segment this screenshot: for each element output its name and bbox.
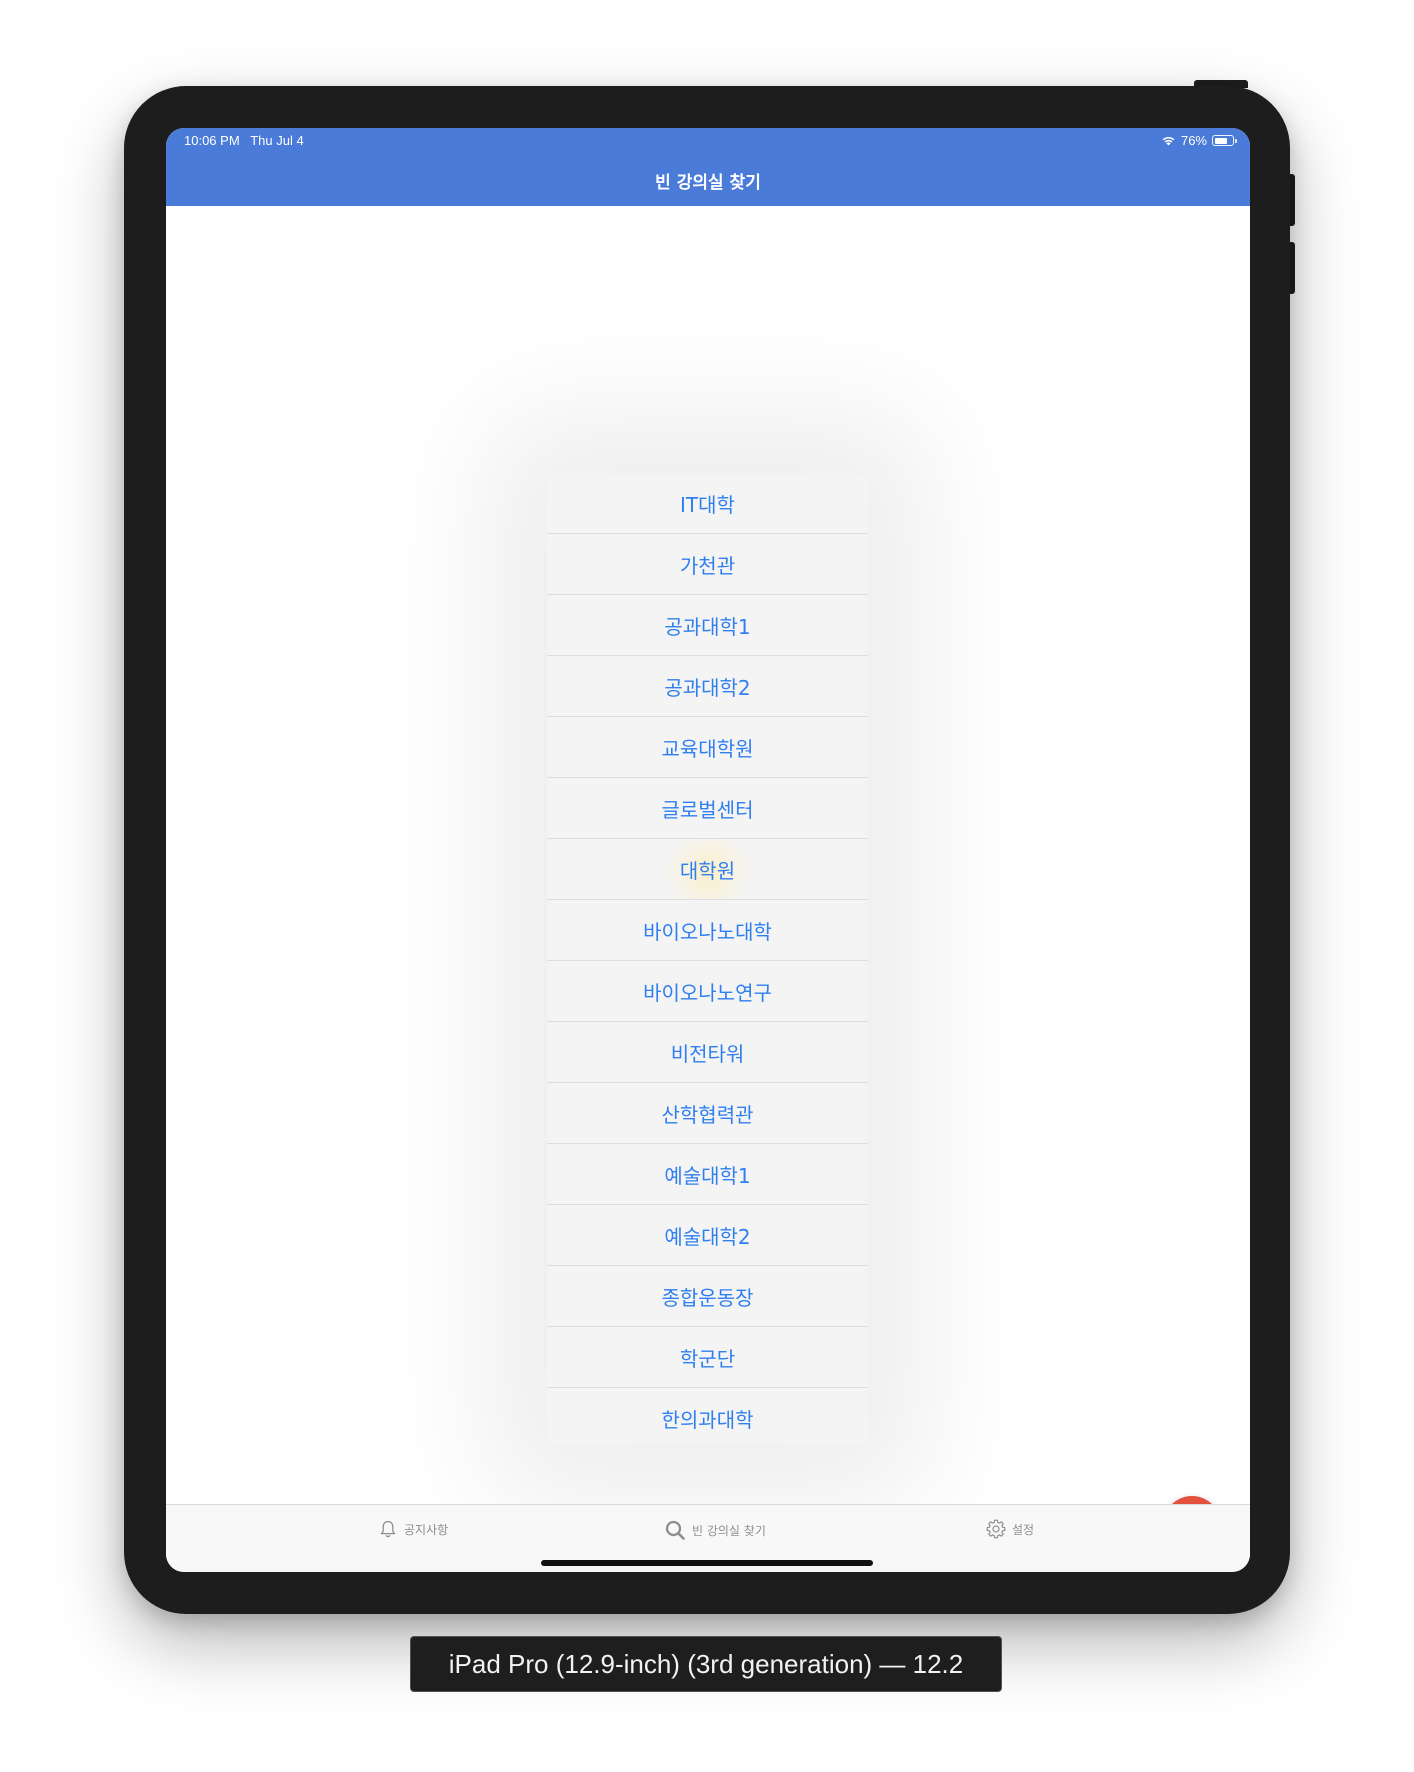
battery-level bbox=[1214, 137, 1227, 144]
battery-cap bbox=[1235, 139, 1237, 143]
tab-label: 설정 bbox=[1012, 1522, 1035, 1537]
device-screen: 10:06 PM Thu Jul 4 76% 빈 강의실 찾기 IT대학 가천관… bbox=[166, 128, 1250, 1572]
tab-find-classroom[interactable]: 빈 강의실 찾기 bbox=[664, 1519, 766, 1541]
navigation-bar: 10:06 PM Thu Jul 4 76% 빈 강의실 찾기 bbox=[166, 128, 1250, 206]
simulator-stage: 10:06 PM Thu Jul 4 76% 빈 강의실 찾기 IT대학 가천관… bbox=[0, 0, 1414, 1772]
building-option[interactable]: 공과대학1 bbox=[547, 595, 868, 656]
home-indicator[interactable] bbox=[541, 1560, 873, 1566]
battery-percent: 76% bbox=[1180, 133, 1207, 148]
building-option[interactable]: 공과대학2 bbox=[547, 656, 868, 717]
search-icon bbox=[665, 1520, 685, 1540]
building-option[interactable]: 산학협력관 bbox=[547, 1083, 868, 1144]
building-option[interactable]: 바이오나노연구 bbox=[547, 961, 868, 1022]
building-action-sheet: IT대학 가천관 공과대학1 공과대학2 교육대학원 글로벌센터 대학원 바이오나노대학 바이오… bbox=[547, 473, 868, 1445]
page-title: 빈 강의실 찾기 bbox=[655, 173, 761, 193]
building-option[interactable]: 비전타워 bbox=[547, 1022, 868, 1083]
building-option[interactable]: 예술대학1 bbox=[547, 1144, 868, 1205]
tab-label: 빈 강의실 찾기 bbox=[692, 1523, 766, 1538]
building-option[interactable]: IT대학 bbox=[547, 473, 868, 534]
bell-icon bbox=[380, 1520, 396, 1538]
tab-notices[interactable]: 공지사항 bbox=[378, 1519, 448, 1539]
building-option[interactable]: 글로벌센터 bbox=[547, 778, 868, 839]
building-option[interactable]: 예술대학2 bbox=[547, 1205, 868, 1266]
device-caption: iPad Pro (12.9-inch) (3rd generation) — … bbox=[410, 1636, 1002, 1692]
building-option[interactable]: 대학원 bbox=[547, 839, 868, 900]
wifi-icon bbox=[1161, 135, 1176, 146]
main-content: IT대학 가천관 공과대학1 공과대학2 교육대학원 글로벌센터 대학원 바이오나노대학 바이오… bbox=[166, 206, 1250, 1554]
building-option[interactable]: 바이오나노대학 bbox=[547, 900, 868, 961]
gear-icon bbox=[986, 1519, 1006, 1539]
building-option[interactable]: 한의과대학 bbox=[547, 1388, 868, 1445]
building-option[interactable]: 학군단 bbox=[547, 1327, 868, 1388]
building-option[interactable]: 교육대학원 bbox=[547, 717, 868, 778]
status-time: 10:06 PM Thu Jul 4 bbox=[184, 133, 304, 148]
building-option[interactable]: 종합운동장 bbox=[547, 1266, 868, 1327]
battery-icon bbox=[1212, 135, 1237, 146]
building-option[interactable]: 가천관 bbox=[547, 534, 868, 595]
tab-label: 공지사항 bbox=[404, 1522, 449, 1537]
tab-settings[interactable]: 설정 bbox=[986, 1519, 1034, 1539]
status-indicators: 76% bbox=[1161, 133, 1237, 148]
